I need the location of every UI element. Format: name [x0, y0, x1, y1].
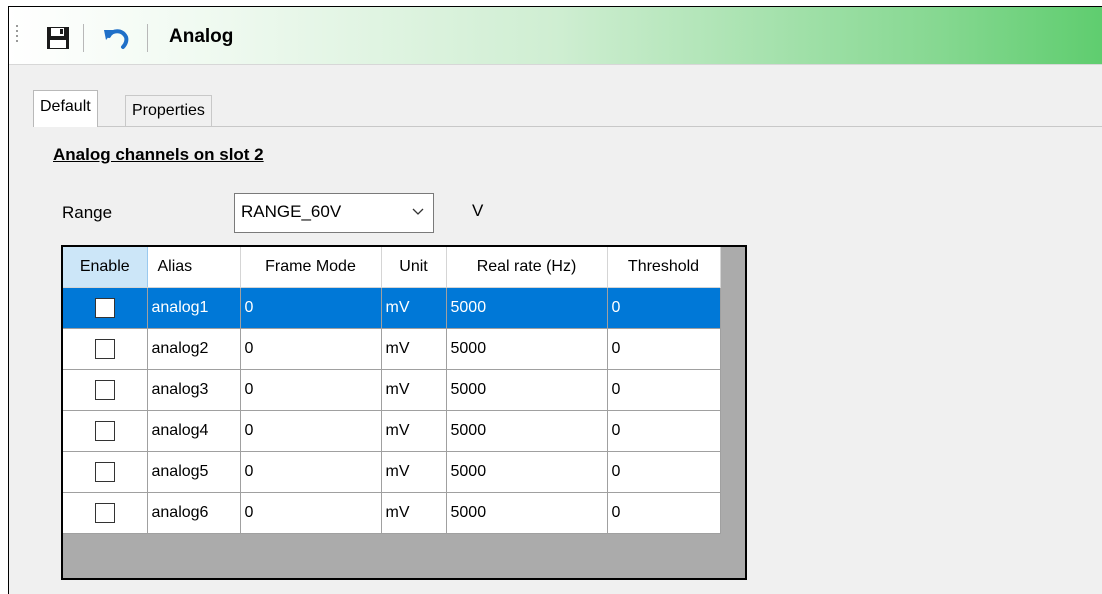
content-area: Default Properties Analog channels on sl…	[9, 65, 1102, 594]
threshold-cell[interactable]: 0	[607, 328, 721, 370]
rate-cell[interactable]: 5000	[446, 369, 608, 411]
table-row[interactable]: analog4 0 mV 5000 0	[63, 410, 721, 452]
table-header-row: Enable Alias Frame Mode Unit Real rate (…	[63, 247, 721, 288]
range-label: Range	[62, 203, 113, 222]
toolbar-title: Analog	[169, 26, 234, 47]
table-row[interactable]: analog5 0 mV 5000 0	[63, 451, 721, 493]
unit-cell[interactable]: mV	[381, 287, 447, 329]
channels-table: Enable Alias Frame Mode Unit Real rate (…	[63, 247, 721, 534]
rate-cell[interactable]: 5000	[446, 410, 608, 452]
column-header-real-rate[interactable]: Real rate (Hz)	[446, 247, 608, 288]
rate-cell[interactable]: 5000	[446, 328, 608, 370]
unit-cell[interactable]: mV	[381, 410, 447, 452]
table-row[interactable]: analog6 0 mV 5000 0	[63, 492, 721, 534]
unit-cell[interactable]: mV	[381, 451, 447, 493]
frame-mode-cell[interactable]: 0	[240, 410, 382, 452]
tab-properties[interactable]: Properties	[125, 95, 212, 127]
range-dropdown[interactable]: RANGE_60V	[234, 193, 434, 233]
alias-cell[interactable]: analog2	[147, 328, 241, 370]
alias-cell[interactable]: analog5	[147, 451, 241, 493]
toolbar-separator	[147, 24, 148, 52]
save-button[interactable]	[43, 24, 73, 52]
enable-cell[interactable]	[63, 410, 148, 452]
threshold-cell[interactable]: 0	[607, 451, 721, 493]
enable-cell[interactable]	[63, 287, 148, 329]
column-header-threshold[interactable]: Threshold	[607, 247, 721, 288]
column-header-alias[interactable]: Alias	[147, 247, 241, 288]
frame-mode-cell[interactable]: 0	[240, 287, 382, 329]
undo-icon	[104, 29, 129, 49]
enable-cell[interactable]	[63, 369, 148, 411]
enable-checkbox[interactable]	[94, 339, 115, 359]
unit-cell[interactable]: mV	[381, 328, 447, 370]
rate-cell[interactable]: 5000	[446, 287, 608, 329]
frame-mode-cell[interactable]: 0	[240, 328, 382, 370]
threshold-cell[interactable]: 0	[607, 492, 721, 534]
threshold-cell[interactable]: 0	[607, 369, 721, 411]
enable-checkbox[interactable]	[94, 421, 115, 441]
chevron-down-icon	[412, 208, 424, 215]
toolbar-grip[interactable]	[15, 25, 20, 47]
enable-checkbox[interactable]	[94, 380, 115, 400]
section-title: Analog channels on slot 2	[53, 145, 264, 164]
alias-cell[interactable]: analog6	[147, 492, 241, 534]
enable-checkbox[interactable]	[94, 298, 115, 318]
frame-mode-cell[interactable]: 0	[240, 451, 382, 493]
tab-strip: Default Properties	[9, 65, 1102, 128]
toolbar: Analog	[9, 7, 1102, 65]
alias-cell[interactable]: analog4	[147, 410, 241, 452]
frame-mode-cell[interactable]: 0	[240, 492, 382, 534]
alias-cell[interactable]: analog1	[147, 287, 241, 329]
threshold-cell[interactable]: 0	[607, 410, 721, 452]
tab-panel-default: Analog channels on slot 2 Range RANGE_60…	[33, 127, 1102, 594]
range-value: RANGE_60V	[241, 202, 342, 221]
toolbar-separator	[83, 24, 84, 52]
undo-button[interactable]	[101, 24, 131, 52]
threshold-cell[interactable]: 0	[607, 287, 721, 329]
table-row[interactable]: analog2 0 mV 5000 0	[63, 328, 721, 370]
enable-checkbox[interactable]	[94, 503, 115, 523]
unit-cell[interactable]: mV	[381, 492, 447, 534]
rate-cell[interactable]: 5000	[446, 451, 608, 493]
frame-mode-cell[interactable]: 0	[240, 369, 382, 411]
range-unit-label: V	[472, 201, 484, 220]
enable-cell[interactable]	[63, 451, 148, 493]
channels-grid: Enable Alias Frame Mode Unit Real rate (…	[61, 245, 747, 580]
enable-cell[interactable]	[63, 328, 148, 370]
table-row[interactable]: analog3 0 mV 5000 0	[63, 369, 721, 411]
enable-checkbox[interactable]	[94, 462, 115, 482]
enable-cell[interactable]	[63, 492, 148, 534]
rate-cell[interactable]: 5000	[446, 492, 608, 534]
save-icon	[47, 27, 69, 49]
tab-default[interactable]: Default	[33, 90, 98, 127]
column-header-enable[interactable]: Enable	[63, 247, 148, 288]
column-header-frame-mode[interactable]: Frame Mode	[240, 247, 382, 288]
column-header-unit[interactable]: Unit	[381, 247, 447, 288]
table-row[interactable]: analog1 0 mV 5000 0	[63, 287, 721, 329]
unit-cell[interactable]: mV	[381, 369, 447, 411]
alias-cell[interactable]: analog3	[147, 369, 241, 411]
